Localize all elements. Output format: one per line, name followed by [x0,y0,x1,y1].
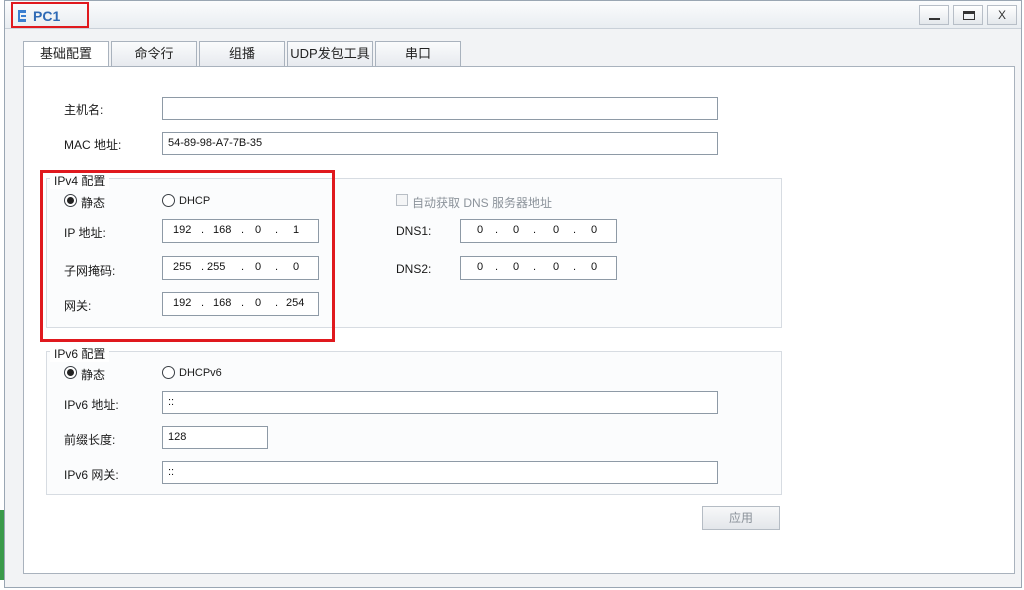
hostname-label: 主机名: [64,103,104,117]
dns1-input[interactable]: 0 . 0 . 0 . 0 [460,219,617,243]
ip-dot: . [495,224,499,236]
ip-dot: . [573,261,577,273]
auto-dns-label: 自动获取 DNS 服务器地址 [412,196,553,210]
mac-label: MAC 地址: [64,138,122,152]
ipv6-address-input[interactable]: :: [162,391,718,414]
dns2-label: DNS2: [396,262,432,276]
dns2-octet-3: 0 [553,261,560,273]
dns2-octet-1: 0 [477,261,484,273]
hostname-input[interactable] [162,97,718,120]
dns2-octet-4: 0 [591,261,598,273]
auto-dns-checkbox[interactable] [396,194,408,206]
ipv6-static-radio[interactable] [64,366,77,379]
dns1-octet-3: 0 [553,224,560,236]
close-button[interactable]: X [987,5,1017,25]
desktop-edge [0,510,4,580]
dns1-octet-4: 0 [591,224,598,236]
tab-basic-config[interactable]: 基础配置 [23,41,109,68]
tab-command-line[interactable]: 命令行 [111,41,197,67]
ipv4-annotation-box [40,170,335,342]
prefix-length-input[interactable]: 128 [162,426,268,449]
maximize-button[interactable] [953,5,983,25]
tab-multicast[interactable]: 组播 [199,41,285,67]
ipv6-address-label: IPv6 地址: [64,398,119,412]
ip-dot: . [533,261,537,273]
ipv6-gateway-label: IPv6 网关: [64,468,119,482]
minimize-icon [929,18,940,20]
ip-dot: . [495,261,499,273]
mac-address-field[interactable]: 54-89-98-A7-7B-35 [162,132,718,155]
dns1-label: DNS1: [396,224,432,238]
ip-dot: . [533,224,537,236]
ipv6-group-title: IPv6 配置 [50,345,110,362]
ip-dot: . [573,224,577,236]
tab-serial-port[interactable]: 串口 [375,41,461,67]
dns2-input[interactable]: 0 . 0 . 0 . 0 [460,256,617,280]
ipv6-gateway-input[interactable]: :: [162,461,718,484]
apply-button[interactable]: 应用 [702,506,780,530]
title-annotation-box [11,2,89,28]
dns1-octet-2: 0 [513,224,520,236]
title-bar[interactable]: PC1 X [5,1,1021,29]
ipv6-dhcp-label: DHCPv6 [179,367,222,379]
ipv6-dhcp-radio[interactable] [162,366,175,379]
dns2-octet-2: 0 [513,261,520,273]
ipv6-static-label: 静态 [81,368,106,382]
minimize-button[interactable] [919,5,949,25]
dns1-octet-1: 0 [477,224,484,236]
tab-udp-tool[interactable]: UDP发包工具 [287,41,373,67]
prefix-length-label: 前缀长度: [64,433,116,447]
maximize-icon [963,11,975,20]
